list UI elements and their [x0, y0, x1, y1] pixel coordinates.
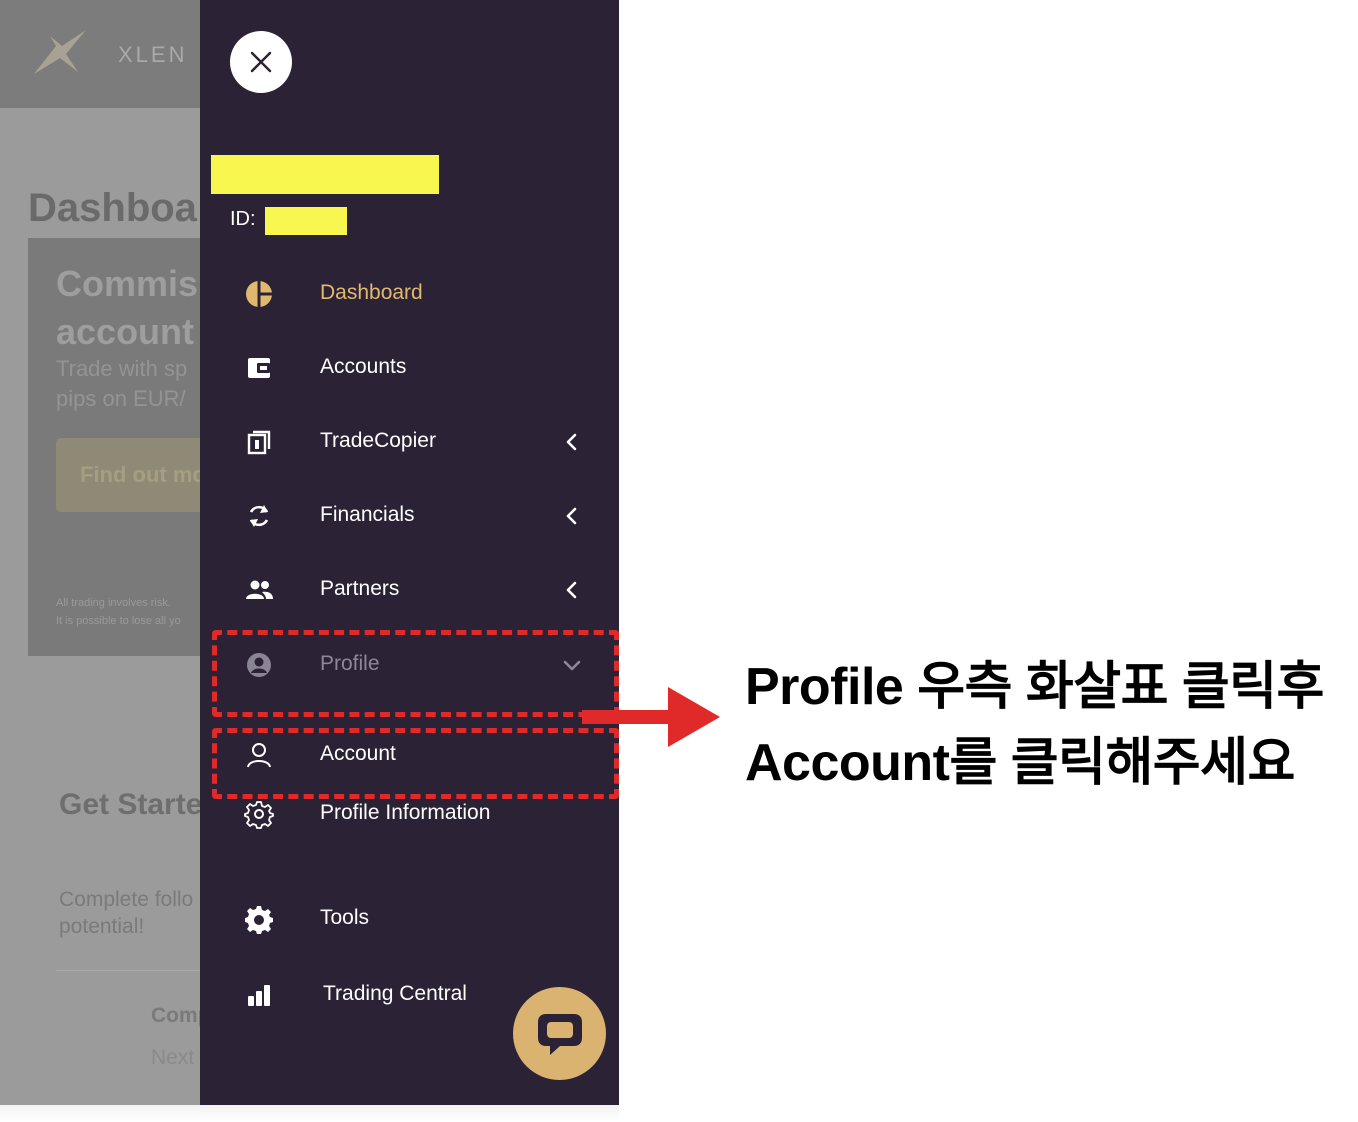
xlen-logo-icon	[34, 30, 86, 74]
wallet-icon	[248, 358, 270, 378]
nav-label-trading-central: Trading Central	[323, 982, 467, 1005]
bottom-shadow	[0, 1105, 619, 1122]
promo-text: Trade with sp pips on EUR/	[56, 356, 188, 411]
find-out-more-button: Find out mo	[56, 438, 200, 512]
step-next: Next	[151, 1046, 195, 1069]
instruction-line-1: Profile 우측 화살표 클릭후	[745, 658, 1324, 716]
bar-chart-icon	[248, 985, 270, 1006]
nav-item-partners[interactable]: Partners	[200, 560, 619, 620]
close-icon	[250, 51, 272, 73]
user-id-label: ID:	[230, 208, 256, 230]
user-name-redacted	[211, 155, 439, 194]
instruction-line-2: Account를 클릭해주세요	[745, 734, 1295, 792]
step-title: Comp	[151, 1004, 200, 1027]
nav-label-financials: Financials	[320, 503, 415, 526]
chevron-left-icon[interactable]	[562, 506, 582, 526]
close-button[interactable]	[230, 31, 292, 93]
red-arrow-icon	[582, 687, 720, 747]
gear-outline-icon	[244, 801, 274, 829]
nav-item-accounts[interactable]: Accounts	[200, 338, 619, 398]
pie-chart-icon	[246, 281, 272, 307]
copier-icon	[247, 430, 271, 455]
highlight-box-profile-chevron	[212, 630, 619, 717]
navigation-drawer: ID: Dashboard Accounts TradeCopier Finan…	[200, 0, 619, 1105]
background-header: XLEN	[0, 0, 200, 108]
nav-label-partners: Partners	[320, 577, 400, 600]
nav-label-tools: Tools	[320, 906, 370, 929]
get-started-text: Complete follo potential!	[59, 888, 194, 938]
background-brand: XLEN	[118, 42, 188, 67]
risk-disclaimer: All trading involves risk. It is possibl…	[56, 597, 181, 627]
nav-item-financials[interactable]: Financials	[200, 486, 619, 546]
nav-label-dashboard: Dashboard	[320, 281, 423, 304]
user-id-redacted	[265, 207, 347, 235]
nav-item-dashboard[interactable]: Dashboard	[200, 264, 619, 324]
nav-label-profile-information: Profile Information	[320, 801, 491, 824]
background-page-title: Dashboa	[28, 186, 197, 230]
chevron-left-icon[interactable]	[562, 580, 582, 600]
background-promo-card: Commis account Trade with sp pips on EUR…	[28, 238, 200, 656]
promo-heading: Commis account	[56, 263, 199, 352]
gear-filled-icon	[245, 906, 273, 934]
highlight-box-account	[212, 728, 619, 799]
chat-bubble-icon	[538, 1014, 582, 1055]
get-started-heading: Get Starte	[59, 788, 200, 821]
refresh-icon	[249, 505, 269, 527]
chevron-left-icon[interactable]	[562, 432, 582, 452]
nav-label-accounts: Accounts	[320, 355, 407, 378]
nav-item-tradecopier[interactable]: TradeCopier	[200, 412, 619, 472]
people-icon	[246, 580, 273, 599]
nav-item-tools[interactable]: Tools	[200, 889, 619, 949]
divider	[56, 970, 200, 971]
nav-label-tradecopier: TradeCopier	[320, 429, 436, 452]
background-app: XLEN Dashboa Commis account Trade with s…	[0, 0, 200, 1105]
chat-button[interactable]	[513, 987, 606, 1080]
